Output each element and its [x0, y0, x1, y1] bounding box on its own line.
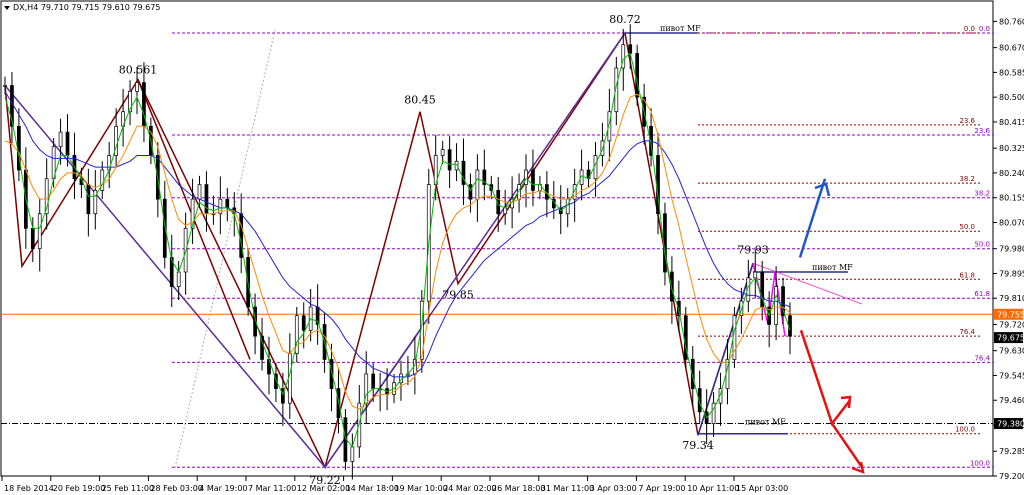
y-tick-label: 79.285: [999, 447, 1024, 456]
pivot-label: 79.93: [737, 243, 769, 256]
pivot-mf-label: пивот MF: [660, 24, 701, 33]
candle-body: [468, 184, 473, 200]
candle-body: [204, 184, 209, 215]
fib-right-label: 76.4: [959, 328, 975, 336]
chart-canvas[interactable]: 0.0 23.6 38.2 50.0 61.8 76.4 100.0 0.0 23.6 38.2 5…: [0, 0, 1024, 495]
y-tick-label: 79.200: [999, 472, 1024, 481]
x-tick-label: 24 Mar 02:00: [443, 484, 496, 493]
x-tick-label: 14 Mar 18:00: [346, 484, 399, 493]
fib-right-label: 100.0: [955, 426, 975, 434]
candle-body: [475, 169, 480, 200]
candle-body: [531, 169, 535, 191]
fib-left-label: 50.0: [974, 241, 990, 249]
candle-body: [503, 207, 508, 215]
x-tick-label: 25 Feb 11:00: [102, 484, 154, 493]
fib-right-label: 38.2: [959, 175, 975, 183]
candle-body: [37, 213, 42, 250]
fib-right-label: 23.6: [959, 117, 975, 125]
candle-body: [58, 131, 63, 148]
fib-right-label: 0.0: [964, 25, 975, 33]
candle-body: [628, 44, 633, 54]
pivot-mf-label: пивот MF: [745, 418, 786, 427]
candle-body: [100, 169, 105, 191]
x-tick-label: 19 Mar 10:00: [394, 484, 447, 493]
candle-body: [774, 286, 778, 325]
y-tick-label: 80.070: [999, 218, 1024, 227]
candle-body: [635, 53, 640, 98]
x-tick-label: 18 Feb 2014: [4, 484, 54, 493]
y-tick-label: 79.895: [999, 269, 1024, 278]
x-tick-label: 26 Mar 18:00: [492, 484, 545, 493]
y-tick-label: 79.545: [999, 371, 1024, 380]
fib-right-label: 50.0: [959, 223, 975, 231]
pivot-label: 80.45: [404, 94, 436, 107]
candle-body: [440, 149, 445, 156]
price-badge-label: 79.755: [997, 310, 1024, 319]
candle-body: [753, 271, 758, 279]
y-tick-label: 79.460: [999, 396, 1024, 405]
x-tick-label: 10 Apr 11:00: [687, 484, 739, 493]
candle-body: [176, 271, 181, 287]
x-tick-label: 4 Mar 19:00: [199, 484, 247, 493]
candle-body: [225, 198, 230, 209]
price-badge-label: 79.675: [997, 334, 1024, 343]
y-tick-label: 80.670: [999, 44, 1024, 53]
pivot-label: 80.561: [119, 63, 158, 76]
candle-body: [135, 82, 139, 92]
x-tick-label: 31 Mar 11:00: [541, 484, 594, 493]
fib-left-label: 61.8: [974, 290, 990, 298]
candle-body: [350, 446, 355, 462]
y-tick-label: 80.500: [999, 93, 1024, 102]
y-tick-label: 80.585: [999, 68, 1024, 77]
pivot-label: 79.34: [682, 439, 714, 452]
x-tick-label: 7 Mar 11:00: [248, 484, 296, 493]
fib-left-label: 76.4: [974, 354, 990, 362]
y-tick-label: 80.240: [999, 169, 1024, 178]
y-tick-label: 80.415: [999, 118, 1024, 127]
candle-body: [86, 184, 91, 215]
fib-left-label: 100.0: [970, 459, 990, 467]
fib-left-label: 0.0: [979, 25, 990, 33]
symbol-header-text: DX,H4 79.710 79.715 79.610 79.675: [13, 3, 160, 12]
x-tick-label: 7 Apr 19:00: [638, 484, 685, 493]
candle-body: [371, 373, 376, 389]
x-tick-label: 15 Apr 03:00: [736, 484, 788, 493]
candle-body: [524, 169, 528, 185]
price-badge-label: 79.380: [997, 420, 1024, 429]
fib-left-label: 38.2: [974, 190, 990, 198]
x-tick-label: 3 Apr 03:00: [590, 484, 637, 493]
pivot-mf-label: пивот MF: [812, 263, 853, 272]
candle-body: [197, 184, 202, 200]
fib-right-label: 61.8: [959, 271, 975, 279]
fib-left-label: 23.6: [974, 127, 990, 135]
candle-body: [65, 131, 70, 156]
y-tick-label: 79.980: [999, 245, 1024, 254]
pivot-label: 80.72: [609, 13, 641, 26]
x-tick-label: 20 Feb 19:00: [53, 484, 105, 493]
y-tick-label: 79.810: [999, 294, 1024, 303]
candle-body: [301, 315, 306, 331]
x-tick-label: 28 Feb 03:00: [150, 484, 202, 493]
y-tick-label: 79.720: [999, 320, 1024, 329]
symbol-header: DX,H4 79.710 79.715 79.610 79.675: [4, 3, 160, 12]
pivot-label: 79.85: [442, 289, 474, 302]
y-tick-label: 80.760: [999, 17, 1024, 26]
candle-body: [3, 85, 7, 87]
candle-body: [447, 149, 452, 171]
x-tick-label: 12 Mar 02:00: [297, 484, 350, 493]
y-tick-label: 79.630: [999, 347, 1024, 356]
y-tick-label: 80.325: [999, 144, 1024, 153]
candle-body: [30, 227, 35, 250]
candle-body: [336, 388, 341, 419]
y-tick-label: 80.155: [999, 194, 1024, 203]
